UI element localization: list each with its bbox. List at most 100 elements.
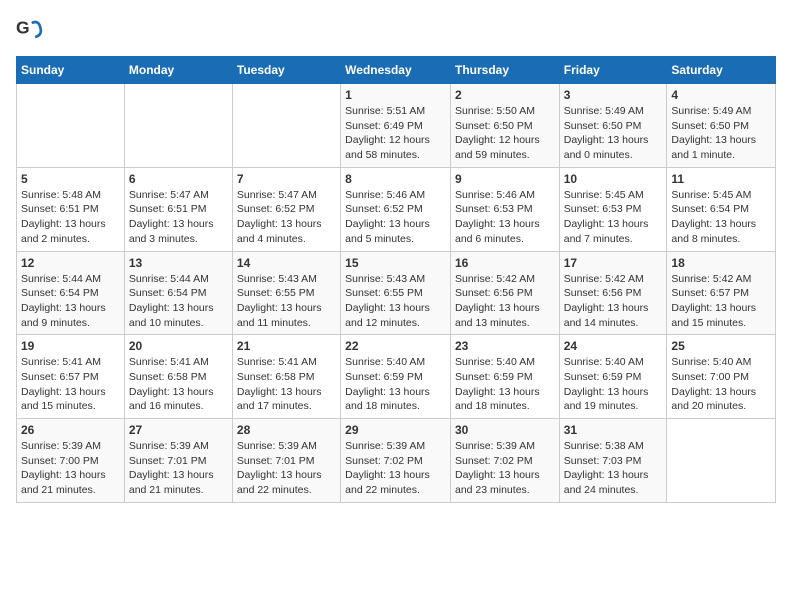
calendar-cell: 25 Sunrise: 5:40 AM Sunset: 7:00 PM Dayli… <box>667 335 776 419</box>
calendar-cell: 3 Sunrise: 5:49 AM Sunset: 6:50 PM Daylig… <box>559 84 667 168</box>
day-number: 20 <box>129 339 228 353</box>
calendar-cell: 19 Sunrise: 5:41 AM Sunset: 6:57 PM Dayli… <box>17 335 125 419</box>
day-number: 16 <box>455 256 555 270</box>
day-info: Sunrise: 5:39 AM Sunset: 7:01 PM Dayligh… <box>237 439 336 498</box>
day-number: 25 <box>671 339 771 353</box>
calendar-cell: 14Sunrise: 5:43 AM Sunset: 6:55 PM Dayli… <box>232 251 340 335</box>
calendar-week-4: 19 Sunrise: 5:41 AM Sunset: 6:57 PM Dayli… <box>17 335 776 419</box>
page-header: G <box>16 16 776 44</box>
calendar-cell: 18 Sunrise: 5:42 AM Sunset: 6:57 PM Dayli… <box>667 251 776 335</box>
day-number: 17 <box>564 256 663 270</box>
day-info: Sunrise: 5:49 AM Sunset: 6:50 PM Dayligh… <box>671 104 771 163</box>
calendar-week-5: 26Sunrise: 5:39 AM Sunset: 7:00 PM Dayli… <box>17 419 776 503</box>
day-number: 12 <box>21 256 120 270</box>
day-info: Sunrise: 5:39 AM Sunset: 7:02 PM Dayligh… <box>345 439 446 498</box>
calendar-table: SundayMondayTuesdayWednesdayThursdayFrid… <box>16 56 776 503</box>
day-info: Sunrise: 5:41 AM Sunset: 6:58 PM Dayligh… <box>129 355 228 414</box>
calendar-cell: 16 Sunrise: 5:42 AM Sunset: 6:56 PM Dayli… <box>450 251 559 335</box>
weekday-header-monday: Monday <box>124 57 232 84</box>
svg-text:G: G <box>16 18 30 38</box>
logo-icon: G <box>16 16 44 44</box>
calendar-cell: 11 Sunrise: 5:45 AM Sunset: 6:54 PM Dayli… <box>667 167 776 251</box>
day-info: Sunrise: 5:44 AM Sunset: 6:54 PM Dayligh… <box>129 272 228 331</box>
day-info: Sunrise: 5:41 AM Sunset: 6:57 PM Dayligh… <box>21 355 120 414</box>
day-info: Sunrise: 5:45 AM Sunset: 6:54 PM Dayligh… <box>671 188 771 247</box>
weekday-header-sunday: Sunday <box>17 57 125 84</box>
day-info: Sunrise: 5:46 AM Sunset: 6:53 PM Dayligh… <box>455 188 555 247</box>
calendar-week-2: 5Sunrise: 5:48 AM Sunset: 6:51 PM Daylig… <box>17 167 776 251</box>
day-number: 15 <box>345 256 446 270</box>
day-info: Sunrise: 5:42 AM Sunset: 6:56 PM Dayligh… <box>564 272 663 331</box>
calendar-week-3: 12 Sunrise: 5:44 AM Sunset: 6:54 PM Dayli… <box>17 251 776 335</box>
calendar-cell: 13 Sunrise: 5:44 AM Sunset: 6:54 PM Dayli… <box>124 251 232 335</box>
day-number: 13 <box>129 256 228 270</box>
day-number: 8 <box>345 172 446 186</box>
day-number: 7 <box>237 172 336 186</box>
calendar-cell <box>667 419 776 503</box>
day-info: Sunrise: 5:51 AM Sunset: 6:49 PM Dayligh… <box>345 104 446 163</box>
calendar-cell: 9Sunrise: 5:46 AM Sunset: 6:53 PM Daylig… <box>450 167 559 251</box>
day-info: Sunrise: 5:40 AM Sunset: 6:59 PM Dayligh… <box>564 355 663 414</box>
day-number: 18 <box>671 256 771 270</box>
calendar-cell: 5Sunrise: 5:48 AM Sunset: 6:51 PM Daylig… <box>17 167 125 251</box>
calendar-cell: 22Sunrise: 5:40 AM Sunset: 6:59 PM Dayli… <box>341 335 451 419</box>
calendar-cell: 6 Sunrise: 5:47 AM Sunset: 6:51 PM Daylig… <box>124 167 232 251</box>
day-number: 27 <box>129 423 228 437</box>
day-info: Sunrise: 5:47 AM Sunset: 6:52 PM Dayligh… <box>237 188 336 247</box>
day-info: Sunrise: 5:40 AM Sunset: 6:59 PM Dayligh… <box>345 355 446 414</box>
day-number: 11 <box>671 172 771 186</box>
calendar-cell <box>17 84 125 168</box>
logo: G <box>16 16 48 44</box>
day-number: 3 <box>564 88 663 102</box>
day-number: 30 <box>455 423 555 437</box>
weekday-header-friday: Friday <box>559 57 667 84</box>
calendar-cell: 29 Sunrise: 5:39 AM Sunset: 7:02 PM Dayli… <box>341 419 451 503</box>
weekday-header-row: SundayMondayTuesdayWednesdayThursdayFrid… <box>17 57 776 84</box>
calendar-cell: 20 Sunrise: 5:41 AM Sunset: 6:58 PM Dayli… <box>124 335 232 419</box>
day-info: Sunrise: 5:42 AM Sunset: 6:56 PM Dayligh… <box>455 272 555 331</box>
weekday-header-saturday: Saturday <box>667 57 776 84</box>
day-number: 5 <box>21 172 120 186</box>
calendar-cell: 2Sunrise: 5:50 AM Sunset: 6:50 PM Daylig… <box>450 84 559 168</box>
day-number: 10 <box>564 172 663 186</box>
calendar-cell: 1Sunrise: 5:51 AM Sunset: 6:49 PM Daylig… <box>341 84 451 168</box>
calendar-body: 1Sunrise: 5:51 AM Sunset: 6:49 PM Daylig… <box>17 84 776 503</box>
day-info: Sunrise: 5:40 AM Sunset: 6:59 PM Dayligh… <box>455 355 555 414</box>
day-info: Sunrise: 5:46 AM Sunset: 6:52 PM Dayligh… <box>345 188 446 247</box>
day-number: 31 <box>564 423 663 437</box>
calendar-cell: 10 Sunrise: 5:45 AM Sunset: 6:53 PM Dayli… <box>559 167 667 251</box>
day-number: 6 <box>129 172 228 186</box>
day-number: 24 <box>564 339 663 353</box>
calendar-cell: 24 Sunrise: 5:40 AM Sunset: 6:59 PM Dayli… <box>559 335 667 419</box>
calendar-cell: 17 Sunrise: 5:42 AM Sunset: 6:56 PM Dayli… <box>559 251 667 335</box>
day-number: 21 <box>237 339 336 353</box>
calendar-cell: 26Sunrise: 5:39 AM Sunset: 7:00 PM Dayli… <box>17 419 125 503</box>
day-number: 26 <box>21 423 120 437</box>
calendar-cell: 27 Sunrise: 5:39 AM Sunset: 7:01 PM Dayli… <box>124 419 232 503</box>
calendar-cell: 7 Sunrise: 5:47 AM Sunset: 6:52 PM Daylig… <box>232 167 340 251</box>
calendar-cell: 23Sunrise: 5:40 AM Sunset: 6:59 PM Dayli… <box>450 335 559 419</box>
day-number: 4 <box>671 88 771 102</box>
day-info: Sunrise: 5:40 AM Sunset: 7:00 PM Dayligh… <box>671 355 771 414</box>
calendar-cell <box>232 84 340 168</box>
calendar-cell: 12Sunrise: 5:44 AM Sunset: 6:54 PM Dayli… <box>17 251 125 335</box>
calendar-cell: 30Sunrise: 5:39 AM Sunset: 7:02 PM Dayli… <box>450 419 559 503</box>
calendar-cell: 28Sunrise: 5:39 AM Sunset: 7:01 PM Dayli… <box>232 419 340 503</box>
day-info: Sunrise: 5:38 AM Sunset: 7:03 PM Dayligh… <box>564 439 663 498</box>
day-info: Sunrise: 5:43 AM Sunset: 6:55 PM Dayligh… <box>345 272 446 331</box>
calendar-week-1: 1Sunrise: 5:51 AM Sunset: 6:49 PM Daylig… <box>17 84 776 168</box>
day-number: 29 <box>345 423 446 437</box>
day-number: 19 <box>21 339 120 353</box>
day-info: Sunrise: 5:42 AM Sunset: 6:57 PM Dayligh… <box>671 272 771 331</box>
calendar-cell <box>124 84 232 168</box>
calendar-cell: 8 Sunrise: 5:46 AM Sunset: 6:52 PM Daylig… <box>341 167 451 251</box>
calendar-cell: 21 Sunrise: 5:41 AM Sunset: 6:58 PM Dayli… <box>232 335 340 419</box>
day-info: Sunrise: 5:45 AM Sunset: 6:53 PM Dayligh… <box>564 188 663 247</box>
day-info: Sunrise: 5:49 AM Sunset: 6:50 PM Dayligh… <box>564 104 663 163</box>
day-info: Sunrise: 5:47 AM Sunset: 6:51 PM Dayligh… <box>129 188 228 247</box>
weekday-header-wednesday: Wednesday <box>341 57 451 84</box>
day-info: Sunrise: 5:41 AM Sunset: 6:58 PM Dayligh… <box>237 355 336 414</box>
weekday-header-tuesday: Tuesday <box>232 57 340 84</box>
day-number: 2 <box>455 88 555 102</box>
day-info: Sunrise: 5:39 AM Sunset: 7:01 PM Dayligh… <box>129 439 228 498</box>
